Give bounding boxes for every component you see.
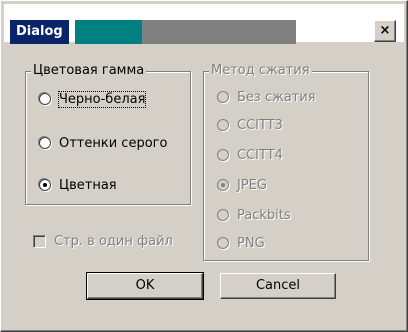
radio-ccitt3[interactable]: CCITT3	[217, 115, 283, 135]
radio-label-color: Цветная	[59, 177, 117, 193]
single-file-checkbox-row[interactable]: Стр. в один файл	[33, 231, 173, 251]
window-title: Dialog	[10, 20, 69, 44]
single-file-checkbox-label: Стр. в один файл	[54, 233, 173, 249]
radio-label-png: PNG	[237, 235, 265, 251]
radio-label-jpeg: JPEG	[237, 177, 267, 193]
radio-button[interactable]	[217, 237, 229, 249]
radio-label-ccitt3: CCITT3	[237, 117, 283, 133]
title-bar-gradient-gray	[142, 20, 296, 44]
radio-png[interactable]: PNG	[217, 233, 265, 253]
radio-color[interactable]: Цветная	[39, 175, 117, 195]
compression-group-title: Метод сжатия	[209, 63, 312, 79]
radio-label-ccitt4: CCITT4	[237, 147, 283, 163]
close-icon: ×	[379, 23, 391, 38]
radio-no-compression[interactable]: Без сжатия	[217, 87, 316, 107]
radio-label-grayscale: Оттенки серого	[59, 135, 168, 151]
radio-grayscale[interactable]: Оттенки серого	[39, 133, 167, 153]
dialog-window: Dialog × Цветовая гамма Черно-белая Отте…	[0, 0, 408, 332]
radio-button[interactable]	[217, 149, 229, 161]
radio-button[interactable]	[39, 137, 51, 149]
close-button[interactable]: ×	[374, 20, 396, 42]
radio-button-selected[interactable]	[217, 179, 229, 191]
radio-selected-dot	[221, 183, 225, 187]
radio-button[interactable]	[39, 93, 51, 105]
single-file-checkbox[interactable]	[33, 234, 46, 248]
radio-packbits[interactable]: Packbits	[217, 205, 291, 225]
radio-selected-dot	[43, 183, 47, 187]
radio-label-black-white: Черно-белая	[57, 90, 147, 108]
radio-button-selected[interactable]	[39, 179, 51, 191]
radio-ccitt4[interactable]: CCITT4	[217, 145, 283, 165]
title-bar[interactable]: Dialog ×	[4, 4, 404, 44]
ok-button[interactable]: OK	[86, 272, 204, 300]
radio-black-white[interactable]: Черно-белая	[39, 89, 147, 109]
radio-button[interactable]	[217, 119, 229, 131]
cancel-button[interactable]: Cancel	[220, 273, 336, 299]
radio-label-packbits: Packbits	[237, 207, 291, 223]
title-bar-gradient-teal	[75, 20, 142, 44]
color-scheme-group-title: Цветовая гамма	[31, 63, 147, 79]
radio-jpeg[interactable]: JPEG	[217, 175, 267, 195]
radio-label-no-compression: Без сжатия	[237, 89, 316, 105]
radio-button[interactable]	[217, 209, 229, 221]
radio-button[interactable]	[217, 91, 229, 103]
